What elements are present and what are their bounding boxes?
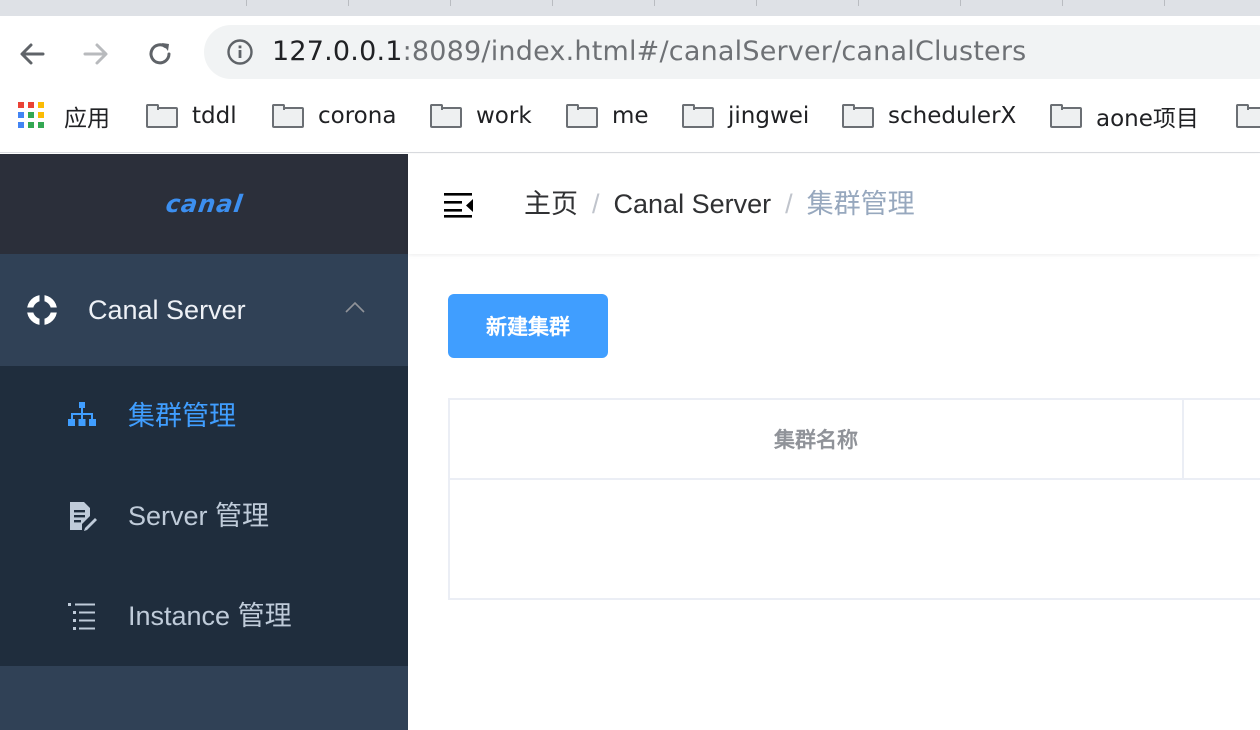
sitemap-icon (68, 402, 96, 426)
menu-collapse-icon[interactable] (442, 190, 474, 218)
submenu: 集群管理 Server 管理 Instance 管理 (0, 366, 408, 666)
bookmark-folder[interactable]: jingwei (682, 100, 809, 132)
sidebar-item-cluster-management[interactable]: 集群管理 (0, 366, 408, 466)
table-header: 集群名称 (450, 400, 1260, 480)
list-icon (68, 603, 95, 630)
cluster-table: 集群名称 (448, 398, 1260, 600)
navbar: 主页 / Canal Server / 集群管理 (408, 154, 1260, 254)
address-bar[interactable]: 127.0.0.1:8089/index.html#/canalServer/c… (204, 25, 1260, 79)
bookmark-label: 应用 (64, 106, 110, 132)
document-edit-icon (70, 502, 97, 531)
bookmark-folder[interactable]: corona (272, 100, 396, 132)
bookmark-folder-overflow[interactable] (1236, 100, 1260, 132)
arrow-right-icon (83, 43, 108, 65)
sidebar-item-server-management[interactable]: Server 管理 (0, 466, 408, 566)
info-icon[interactable] (226, 38, 254, 66)
column-header-cluster-name[interactable]: 集群名称 (450, 400, 1184, 478)
folder-icon (1050, 104, 1082, 128)
tab-divider (348, 0, 349, 6)
folder-icon (566, 104, 598, 128)
tab-divider (1164, 0, 1165, 6)
breadcrumb-separator: / (785, 189, 793, 219)
bookmark-apps[interactable]: 应用 (18, 100, 110, 132)
browser-tab-strip (0, 0, 1260, 16)
breadcrumb-canal-server[interactable]: Canal Server (614, 189, 772, 219)
folder-icon (272, 104, 304, 128)
forward-button[interactable] (78, 36, 114, 72)
chevron-up-icon (345, 301, 365, 313)
bookmark-folder[interactable]: aone项目 (1050, 100, 1199, 132)
bookmark-label: aone项目 (1096, 106, 1199, 132)
new-cluster-button[interactable]: 新建集群 (448, 294, 608, 358)
reload-icon (149, 43, 171, 65)
lifebuoy-icon (27, 295, 57, 325)
bookmark-label: me (612, 103, 649, 129)
bookmark-folder[interactable]: work (430, 100, 532, 132)
tab-divider (1062, 0, 1063, 6)
browser-toolbar: 127.0.0.1:8089/index.html#/canalServer/c… (0, 16, 1260, 90)
sidebar-item-label: Server 管理 (128, 501, 270, 531)
sidebar-item-instance-management[interactable]: Instance 管理 (0, 566, 408, 666)
main-content: 主页 / Canal Server / 集群管理 新建集群 集群名称 (408, 154, 1260, 730)
tab-divider (858, 0, 859, 6)
breadcrumb-current: 集群管理 (806, 189, 915, 219)
tab-divider (654, 0, 655, 6)
arrow-left-icon (20, 43, 45, 65)
url-host: 127.0.0.1 (272, 36, 403, 67)
bookmark-folder[interactable]: me (566, 100, 649, 132)
bookmark-label: jingwei (728, 103, 810, 129)
logo-area[interactable]: canal (0, 154, 408, 254)
tab-divider (756, 0, 757, 6)
tab-divider (552, 0, 553, 6)
folder-icon (682, 104, 714, 128)
folder-icon (430, 104, 462, 128)
back-button[interactable] (14, 36, 50, 72)
apps-grid-icon (18, 102, 46, 130)
bookmarks-bar: 应用 tddl corona work me jingwei scheduler… (0, 90, 1260, 153)
sidebar: canal Canal Server 集群管理 Server 管理 Instan… (0, 154, 408, 730)
url-text[interactable]: 127.0.0.1:8089/index.html#/canalServer/c… (272, 36, 1026, 68)
bookmark-label: work (476, 103, 532, 129)
sidebar-item-label: 集群管理 (128, 401, 236, 431)
folder-icon (842, 104, 874, 128)
sidebar-item-label: Instance 管理 (128, 601, 292, 631)
reload-button[interactable] (142, 36, 178, 72)
bookmark-label: corona (318, 103, 397, 129)
tab-divider (960, 0, 961, 6)
menu-label: Canal Server (88, 295, 246, 325)
breadcrumb-separator: / (592, 189, 600, 219)
bookmark-folder[interactable]: tddl (146, 100, 237, 132)
tab-divider (246, 0, 247, 6)
bookmark-label: tddl (192, 103, 237, 129)
bookmark-label: schedulerX (888, 103, 1017, 129)
folder-icon (146, 104, 178, 128)
app-logo: canal (163, 190, 245, 218)
breadcrumb-home[interactable]: 主页 (524, 189, 578, 219)
tab-divider (450, 0, 451, 6)
menu-canal-server[interactable]: Canal Server (0, 254, 408, 366)
bookmark-folder[interactable]: schedulerX (842, 100, 1016, 132)
breadcrumb: 主页 / Canal Server / 集群管理 (524, 188, 915, 220)
url-path: :8089/index.html#/canalServer/canalClust… (402, 36, 1027, 67)
folder-icon (1236, 104, 1260, 128)
